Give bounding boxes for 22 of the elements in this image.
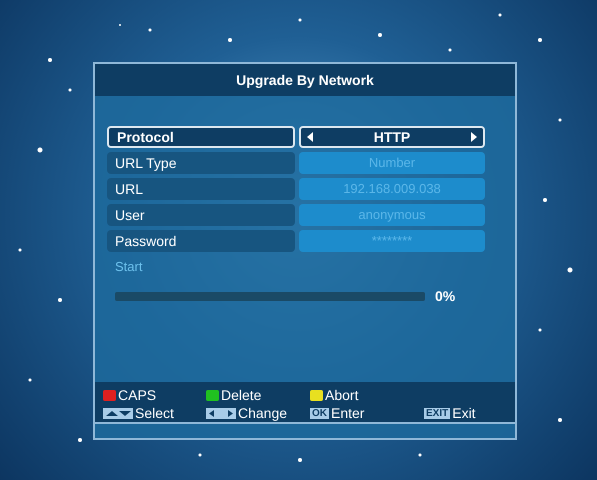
field-label[interactable]: Protocol (107, 126, 295, 148)
value-selector[interactable]: HTTP (299, 126, 485, 148)
hint-text: Delete (221, 386, 262, 404)
left-arrow-icon (307, 132, 313, 142)
key-label: EXIT (424, 408, 450, 418)
up-down-keys-icon (103, 408, 133, 418)
right-arrow-icon (471, 132, 477, 142)
hint-text: Exit (452, 404, 476, 422)
field-label[interactable]: User (107, 204, 295, 226)
hint-text: Select (135, 404, 174, 422)
left-right-keys-icon (206, 408, 236, 418)
key-label: OK (310, 408, 329, 418)
value-text: HTTP (374, 128, 410, 146)
field-label[interactable]: URL Type (107, 152, 295, 174)
hint-text: Abort (325, 386, 358, 404)
field-label[interactable]: Password (107, 230, 295, 252)
hint-text: CAPS (118, 386, 156, 404)
dialog-title: Upgrade By Network (95, 64, 515, 96)
progress-reading: 0% (435, 287, 456, 306)
field-label[interactable]: URL (107, 178, 295, 200)
hint-text: Enter (331, 404, 364, 422)
hint-text: Change (238, 404, 288, 422)
